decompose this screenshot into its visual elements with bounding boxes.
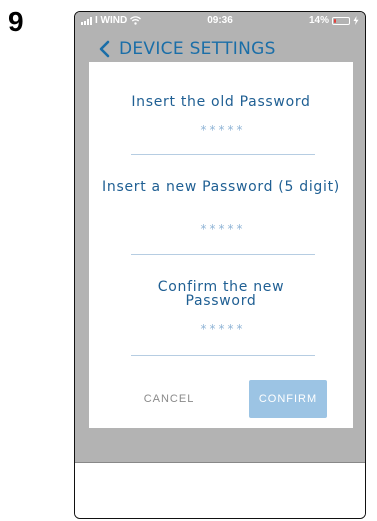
app-screen: I WIND 09:36 14% DEVICE SETTINGS Insert … [75, 12, 365, 462]
confirm-password-field[interactable] [131, 317, 315, 341]
old-password-field[interactable] [131, 118, 315, 142]
confirm-password-label: Confirm the new Password [157, 279, 285, 309]
change-password-dialog: Insert the old Password Insert a new Pas… [89, 62, 353, 428]
battery-level-fill [334, 18, 336, 23]
new-password-label: Insert a new Password (5 digit) [102, 179, 340, 195]
phone-frame: I WIND 09:36 14% DEVICE SETTINGS Insert … [74, 11, 366, 519]
new-password-field[interactable] [131, 217, 315, 241]
old-password-underline [131, 154, 315, 155]
status-right: 14% [309, 15, 359, 26]
battery-icon [332, 16, 350, 25]
bottom-panel [75, 462, 365, 518]
battery-percent: 14% [308, 15, 329, 26]
status-bar: I WIND 09:36 14% [75, 12, 365, 30]
step-number: 9 [8, 6, 24, 37]
new-password-underline [131, 254, 315, 255]
charging-icon [353, 16, 359, 25]
page-title: DEVICE SETTINGS [119, 39, 276, 59]
nav-bar: DEVICE SETTINGS [75, 34, 365, 64]
cancel-button[interactable]: CANCEL [129, 380, 209, 418]
chevron-left-icon[interactable] [97, 40, 111, 58]
old-password-label: Insert the old Password [131, 94, 311, 110]
confirm-password-underline [131, 355, 315, 356]
confirm-button[interactable]: CONFIRM [249, 380, 327, 418]
